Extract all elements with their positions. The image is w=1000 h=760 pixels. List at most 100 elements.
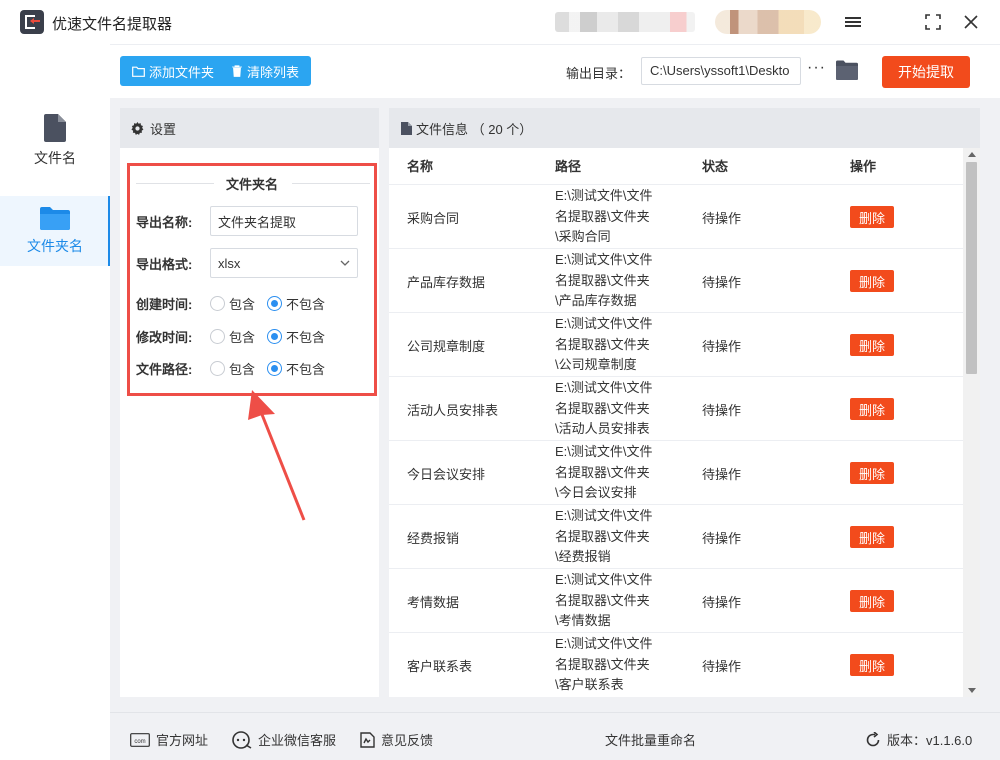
feedback-label: 意见反馈 (381, 733, 434, 748)
row-path: E:\测试文件\文件 名提取器\文件夹 \经费报销 (555, 506, 667, 568)
row-path: E:\测试文件\文件 名提取器\文件夹 \产品库存数据 (555, 250, 667, 312)
official-website-link[interactable]: com 官方网址 (130, 730, 208, 749)
column-header-status: 状态 (702, 159, 729, 174)
settings-header: 设置 (120, 108, 379, 148)
browse-folder-icon[interactable] (836, 60, 858, 80)
row-status: 待操作 (702, 531, 742, 546)
svg-text:com: com (134, 739, 145, 745)
created-time-label: 创建时间: (136, 297, 193, 312)
delete-button[interactable]: 删除 (850, 270, 894, 292)
blurred-user-info (555, 12, 695, 32)
output-dir-input[interactable]: C:\Users\yssoft1\Deskto (641, 57, 801, 85)
scroll-up-icon[interactable] (968, 152, 976, 157)
row-path-line: 名提取器\文件夹 (555, 464, 650, 480)
annotation-arrow (248, 390, 306, 521)
maximize-icon[interactable] (920, 9, 946, 35)
nav-item-foldername-label: 文件夹名 (27, 238, 83, 254)
radio-label: 包含 (229, 330, 256, 345)
close-icon[interactable] (958, 9, 984, 35)
table-row: 今日会议安排 E:\测试文件\文件 名提取器\文件夹 \今日会议安排 待操作 删除 (389, 440, 963, 504)
row-path: E:\测试文件\文件 名提取器\文件夹 \公司规章制度 (555, 314, 667, 376)
row-path-line: E:\测试文件\文件 (555, 252, 653, 267)
batch-rename-label: 文件批量重命名 (605, 733, 697, 748)
official-website-label: 官方网址 (156, 733, 209, 748)
export-format-select[interactable]: xlsx (210, 248, 358, 278)
row-path-line: E:\测试文件\文件 (555, 188, 653, 203)
left-nav: 文件名 文件夹名 (0, 44, 110, 760)
more-options-button[interactable]: ··· (807, 59, 826, 77)
menu-icon[interactable] (840, 9, 866, 35)
delete-button[interactable]: 删除 (850, 462, 894, 484)
delete-button[interactable]: 删除 (850, 398, 894, 420)
wechat-support-link[interactable]: 企业微信客服 (232, 730, 336, 749)
export-name-row: 导出名称: 文件夹名提取 (136, 206, 358, 236)
start-extract-button[interactable]: 开始提取 (882, 56, 970, 88)
row-path-line: \活动人员安排表 (555, 421, 650, 436)
document-icon (401, 121, 412, 135)
row-path-line: \经费报销 (555, 549, 611, 564)
version-label: 版本：v1.1.6.0 (887, 733, 973, 748)
add-folder-button[interactable]: 添加文件夹 (128, 62, 218, 81)
file-icon (44, 114, 66, 142)
export-format-row: 导出格式: xlsx (136, 248, 358, 278)
row-path: E:\测试文件\文件 名提取器\文件夹 \采购合同 (555, 186, 667, 248)
row-path-line: 名提取器\文件夹 (555, 528, 650, 544)
delete-button[interactable]: 删除 (850, 526, 894, 548)
row-path-line: E:\测试文件\文件 (555, 316, 653, 331)
row-path-line: \今日会议安排 (555, 485, 637, 500)
blurred-user-avatar[interactable] (715, 10, 821, 34)
row-status: 待操作 (702, 467, 742, 482)
modified-time-include-radio[interactable]: 包含 (210, 327, 255, 346)
folder-icon (40, 207, 70, 230)
row-name: 活动人员安排表 (407, 403, 499, 418)
annotation-highlight-box: 文件夹名 导出名称: 文件夹名提取 导出格式: xlsx 创建时间: 包含 不包… (127, 163, 377, 396)
wechat-icon (232, 730, 252, 749)
folder-outline-icon (132, 66, 145, 77)
nav-item-foldername[interactable]: 文件夹名 (0, 196, 110, 266)
row-status: 待操作 (702, 595, 742, 610)
row-path-line: E:\测试文件\文件 (555, 508, 653, 523)
clear-list-button[interactable]: 清除列表 (228, 62, 303, 81)
version-info[interactable]: 版本：v1.1.6.0 (865, 730, 972, 749)
file-path-exclude-radio[interactable]: 不包含 (267, 359, 325, 378)
column-header-path: 路径 (555, 159, 582, 174)
wechat-support-label: 企业微信客服 (258, 733, 337, 748)
modified-time-row: 修改时间: 包含 不包含 (136, 327, 337, 346)
created-time-exclude-radio[interactable]: 不包含 (267, 294, 325, 313)
app-logo-icon (20, 10, 44, 34)
export-name-input[interactable]: 文件夹名提取 (210, 206, 358, 236)
row-path: E:\测试文件\文件 名提取器\文件夹 \活动人员安排表 (555, 378, 667, 440)
delete-button[interactable]: 删除 (850, 590, 894, 612)
export-format-value: xlsx (218, 255, 241, 271)
feedback-link[interactable]: 意见反馈 (360, 730, 433, 749)
chevron-down-icon (340, 260, 350, 266)
row-path-line: \考情数据 (555, 613, 611, 628)
nav-item-filename-label: 文件名 (34, 150, 76, 166)
toolbar: 添加文件夹 清除列表 输出目录： C:\Users\yssoft1\Deskto… (110, 44, 1000, 98)
batch-rename-link[interactable]: 文件批量重命名 (605, 730, 696, 749)
scroll-down-icon[interactable] (968, 688, 976, 693)
file-info-title: 文件信息 （ 20 个） (416, 121, 533, 137)
radio-label: 包含 (229, 362, 256, 377)
nav-item-filename[interactable]: 文件名 (0, 106, 110, 176)
modified-time-label: 修改时间: (136, 330, 193, 345)
modified-time-exclude-radio[interactable]: 不包含 (267, 327, 325, 346)
trash-icon (232, 65, 243, 77)
delete-button[interactable]: 删除 (850, 206, 894, 228)
delete-button[interactable]: 删除 (850, 334, 894, 356)
row-name: 今日会议安排 (407, 467, 486, 482)
row-status: 待操作 (702, 275, 742, 290)
row-name: 经费报销 (407, 531, 460, 546)
row-path: E:\测试文件\文件 名提取器\文件夹 \考情数据 (555, 570, 667, 632)
export-format-label: 导出格式: (136, 256, 193, 272)
file-path-include-radio[interactable]: 包含 (210, 359, 255, 378)
delete-button[interactable]: 删除 (850, 654, 894, 676)
row-path: E:\测试文件\文件 名提取器\文件夹 \今日会议安排 (555, 442, 667, 504)
created-time-include-radio[interactable]: 包含 (210, 294, 255, 313)
scrollbar[interactable] (963, 148, 980, 697)
file-info-panel: 文件信息 （ 20 个） 名称 路径 状态 操作 采购合同 E:\测试文件\文件名… (389, 108, 980, 697)
feedback-icon (360, 731, 375, 748)
row-name: 产品库存数据 (407, 275, 486, 290)
row-status: 待操作 (702, 339, 742, 354)
scroll-thumb[interactable] (966, 162, 977, 374)
